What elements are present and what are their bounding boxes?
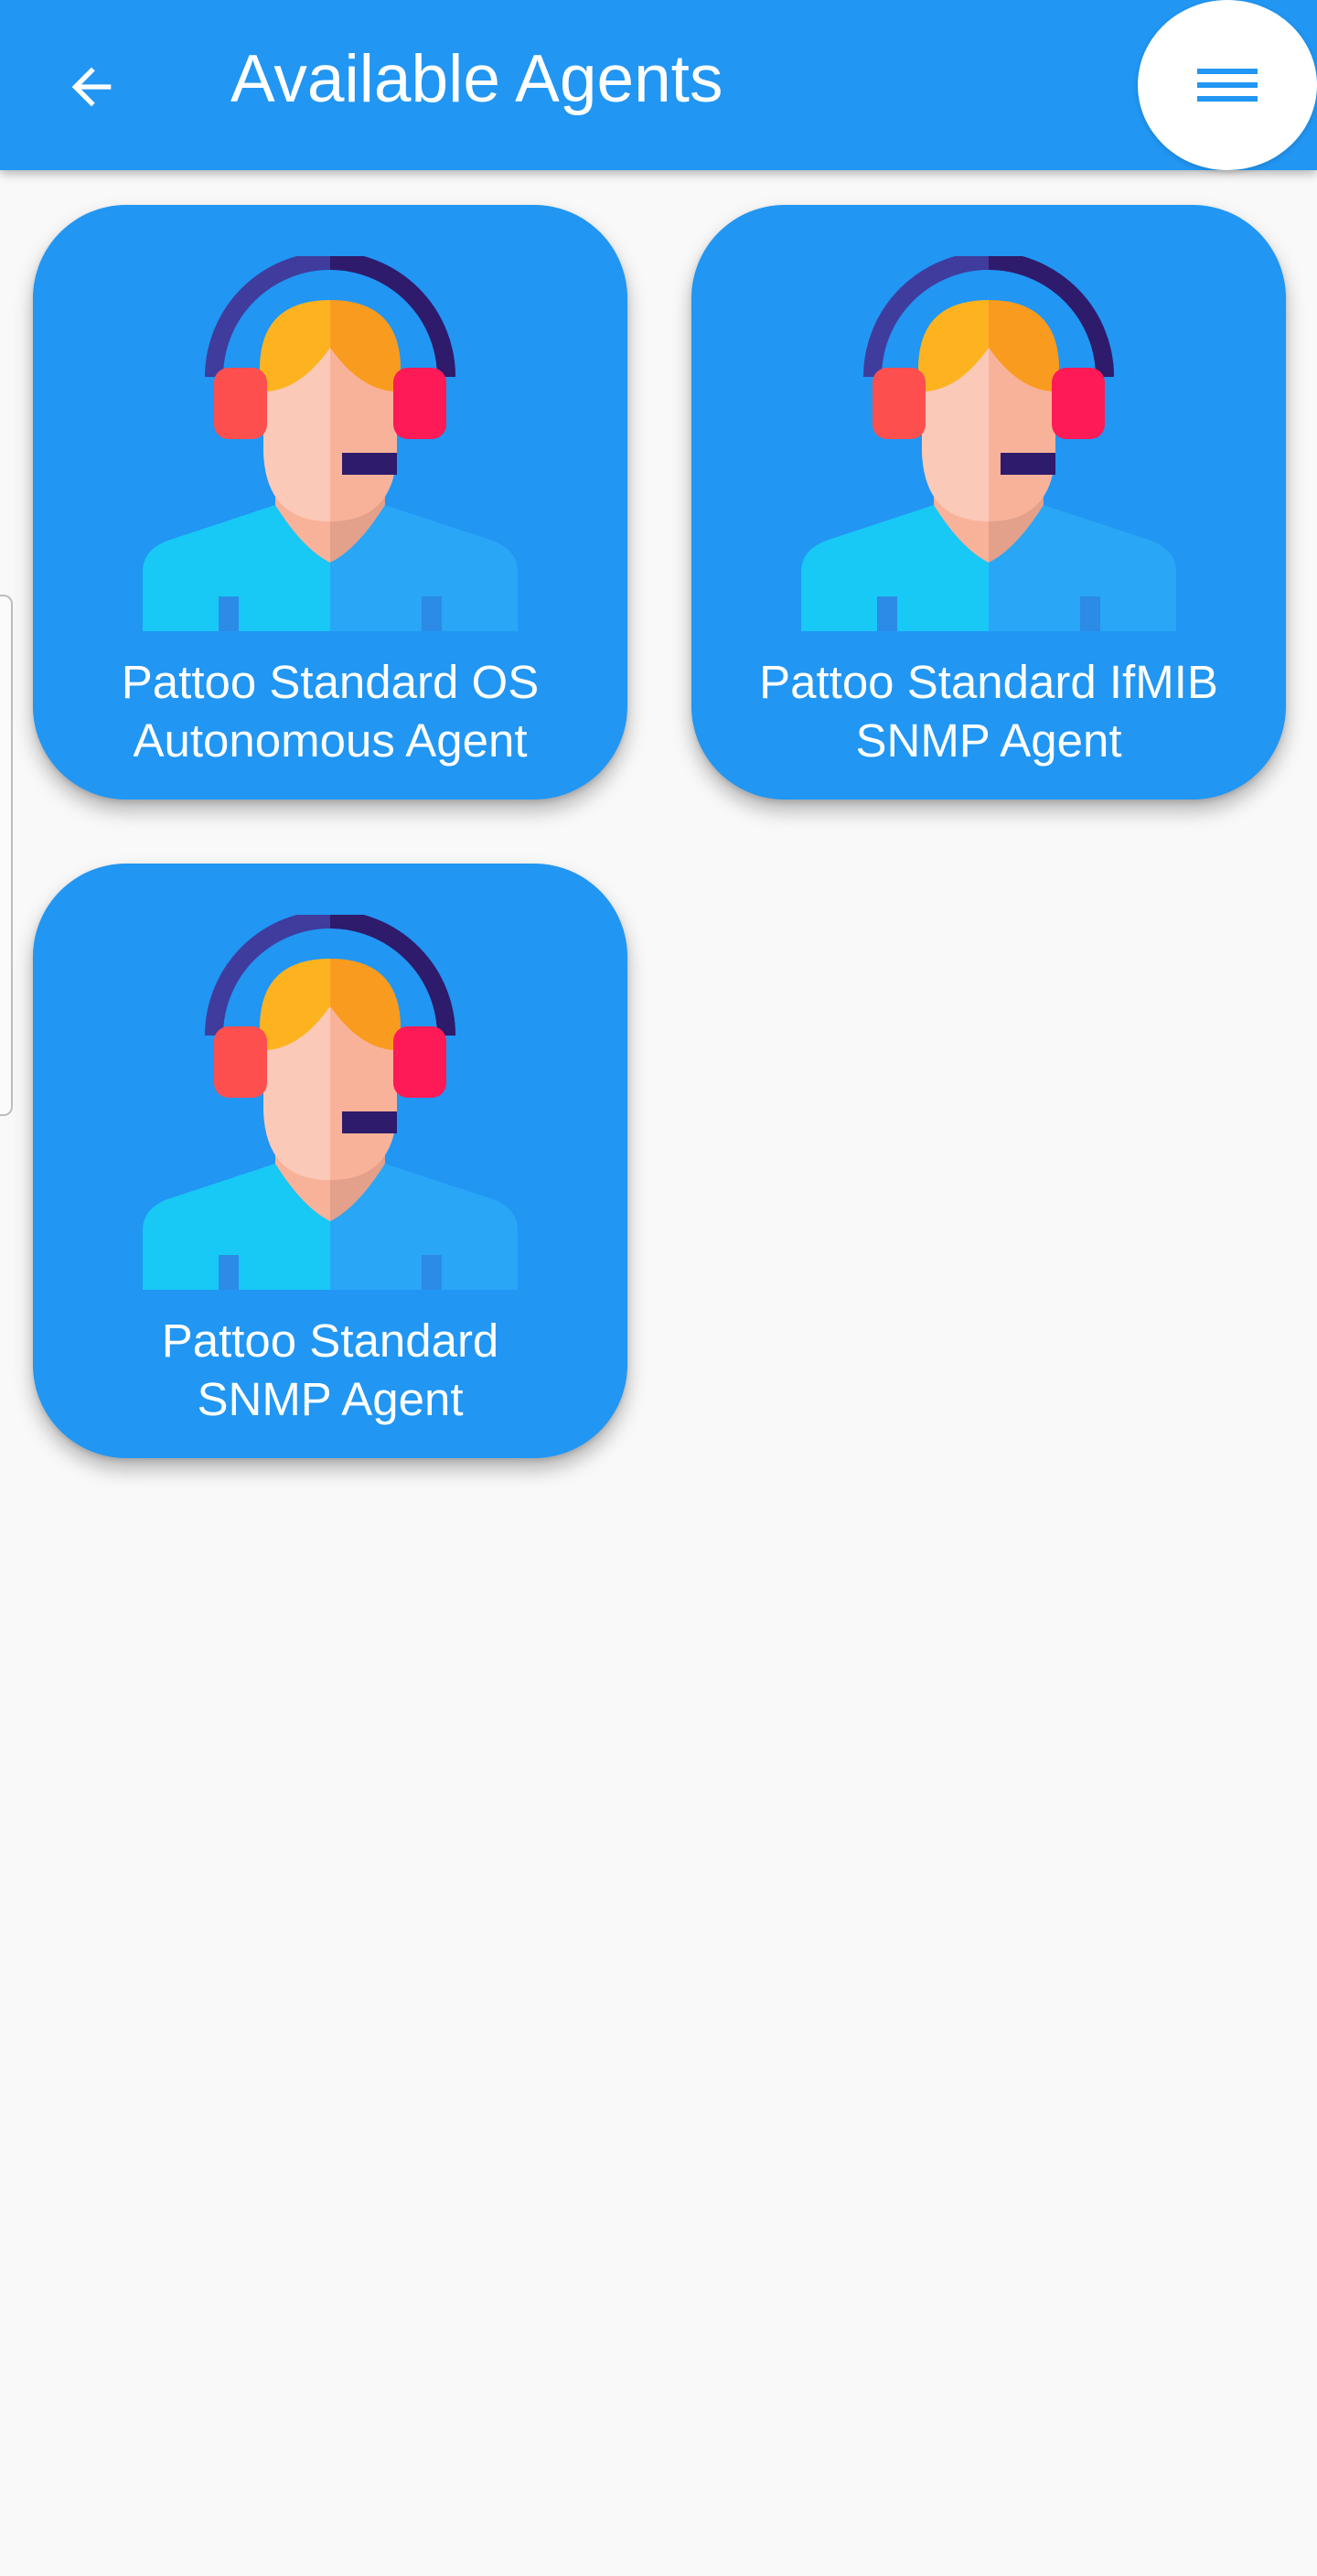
app-bar: Available Agents bbox=[0, 0, 1317, 170]
support-agent-headset-icon bbox=[143, 256, 518, 631]
agent-name-line1: Pattoo Standard bbox=[161, 1315, 499, 1367]
support-agent-headset-icon bbox=[143, 915, 518, 1290]
menu-button[interactable] bbox=[1138, 0, 1317, 170]
drawer-edge-handle[interactable] bbox=[0, 595, 13, 1116]
support-agent-headset-icon bbox=[801, 256, 1176, 631]
agent-card-label: Pattoo Standard SNMP Agent bbox=[51, 1312, 609, 1429]
page-title: Available Agents bbox=[230, 42, 723, 116]
agent-name-line1: Pattoo Standard OS bbox=[121, 656, 540, 708]
agent-card-label: Pattoo Standard IfMIB SNMP Agent bbox=[710, 653, 1268, 770]
arrow-left-icon bbox=[71, 67, 112, 107]
agent-name-line2: SNMP Agent bbox=[855, 714, 1122, 767]
agent-card-ifmib-snmp[interactable]: Pattoo Standard IfMIB SNMP Agent bbox=[691, 205, 1286, 800]
agent-card-label: Pattoo Standard OS Autonomous Agent bbox=[51, 653, 609, 770]
hamburger-menu-icon bbox=[1197, 69, 1258, 102]
back-button[interactable] bbox=[50, 46, 133, 128]
agent-card-standard-snmp[interactable]: Pattoo Standard SNMP Agent bbox=[33, 864, 627, 1458]
agent-card-os-autonomous[interactable]: Pattoo Standard OS Autonomous Agent bbox=[33, 205, 627, 800]
agent-name-line2: Autonomous Agent bbox=[133, 714, 528, 767]
agent-name-line1: Pattoo Standard IfMIB bbox=[759, 656, 1218, 708]
agent-name-line2: SNMP Agent bbox=[197, 1373, 464, 1425]
